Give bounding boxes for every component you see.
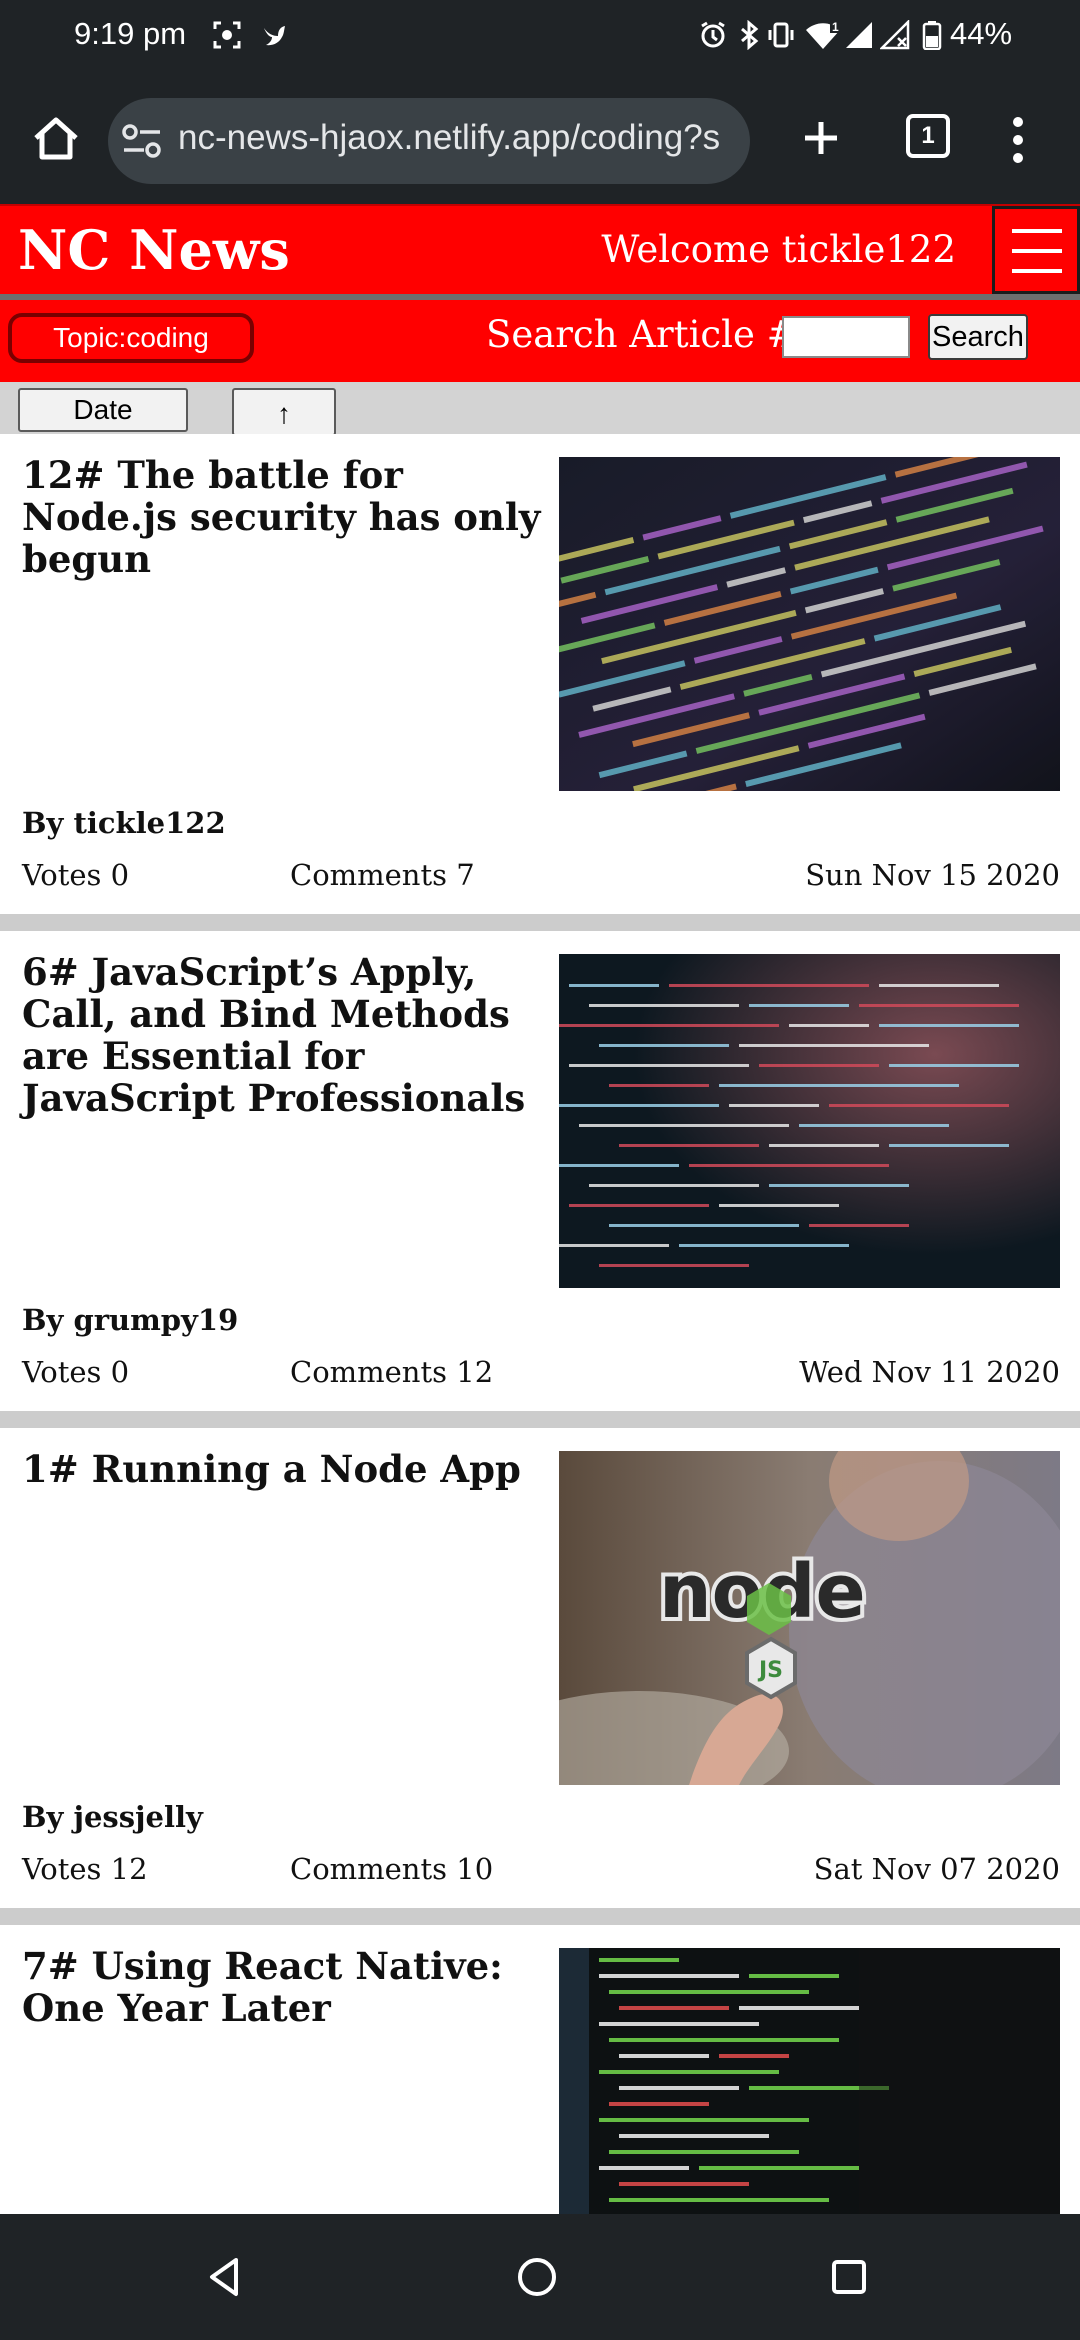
new-tab-icon[interactable]	[796, 108, 846, 168]
article-date: Wed Nov 11 2020	[799, 1355, 1060, 1389]
node-logo-sub: JS	[757, 1658, 783, 1683]
signal-x-icon	[880, 20, 910, 50]
article-comments: Comments 12	[290, 1355, 494, 1389]
search-label: Search Article #:	[486, 313, 811, 356]
alarm-icon	[701, 21, 725, 48]
article-image[interactable]	[559, 954, 1060, 1288]
battery-percent: 44%	[950, 16, 1013, 51]
topic-search-bar: Topic:coding Search Article #: Search	[0, 300, 1080, 382]
hamburger-menu-button[interactable]	[992, 206, 1080, 294]
status-bar: 9:19 pm 1 44%	[0, 0, 1080, 76]
vibrate-icon	[768, 22, 794, 48]
app-header: NC News Welcome tickle122	[0, 204, 1080, 294]
article-date: Sun Nov 15 2020	[805, 858, 1060, 892]
system-navigation-bar	[0, 2214, 1080, 2340]
article-card[interactable]: 6# JavaScript’s Apply, Call, and Bind Me…	[0, 931, 1080, 1411]
article-list: 12# The battle for Node.js security has …	[0, 434, 1080, 2214]
article-card[interactable]: 7# Using React Native: One Year Later	[0, 1925, 1080, 2214]
browser-toolbar: nc-news-hjaox.netlify.app/coding?s 1	[0, 76, 1080, 204]
recents-icon[interactable]	[824, 2252, 874, 2302]
home-icon[interactable]	[26, 110, 86, 170]
search-button[interactable]: Search	[928, 314, 1028, 360]
article-separator	[0, 1908, 1080, 1925]
tab-switcher-button[interactable]: 1	[906, 114, 950, 158]
article-card[interactable]: 1# Running a Node App node JS	[0, 1428, 1080, 1908]
article-image[interactable]: node JS	[559, 1451, 1060, 1785]
article-image[interactable]	[559, 1948, 1060, 2214]
welcome-message: Welcome tickle122	[601, 228, 956, 271]
home-nav-icon[interactable]	[512, 2252, 562, 2302]
address-bar[interactable]: nc-news-hjaox.netlify.app/coding?s	[108, 98, 750, 184]
article-date: Sat Nov 07 2020	[813, 1852, 1060, 1886]
more-menu-icon[interactable]	[1000, 112, 1036, 168]
site-settings-icon[interactable]	[122, 122, 162, 160]
article-card[interactable]: 12# The battle for Node.js security has …	[0, 434, 1080, 914]
article-comments: Comments 7	[290, 858, 475, 892]
article-title[interactable]: 12# The battle for Node.js security has …	[22, 454, 542, 580]
article-author: By jessjelly	[22, 1800, 203, 1834]
article-title[interactable]: 6# JavaScript’s Apply, Call, and Bind Me…	[22, 951, 542, 1119]
article-separator	[0, 1411, 1080, 1428]
article-title[interactable]: 1# Running a Node App	[22, 1448, 542, 1490]
url-text: nc-news-hjaox.netlify.app/coding?s	[178, 118, 721, 157]
topic-button[interactable]: Topic:coding	[8, 313, 254, 363]
battery-icon	[922, 21, 942, 50]
article-votes: Votes 12	[22, 1852, 148, 1886]
article-image[interactable]	[559, 457, 1060, 791]
sort-field-button[interactable]: Date	[18, 388, 188, 432]
article-comments: Comments 10	[290, 1852, 494, 1886]
article-votes: Votes 0	[22, 858, 130, 892]
article-author: By grumpy19	[22, 1303, 239, 1337]
bird-icon	[264, 26, 285, 46]
app-title[interactable]: NC News	[18, 218, 290, 282]
article-separator	[0, 914, 1080, 931]
article-author: By tickle122	[22, 806, 226, 840]
article-votes: Votes 0	[22, 1355, 130, 1389]
wifi-icon: 1	[806, 20, 842, 49]
article-title[interactable]: 7# Using React Native: One Year Later	[22, 1945, 542, 2029]
sort-bar: Date ↑	[0, 382, 1080, 436]
back-icon[interactable]	[200, 2252, 250, 2302]
article-search-input[interactable]	[782, 316, 910, 358]
screenshot-icon	[213, 21, 241, 49]
signal-icon	[846, 22, 872, 48]
bluetooth-icon	[741, 20, 759, 50]
status-time: 9:19 pm	[74, 16, 187, 51]
svg-text:1: 1	[832, 20, 839, 34]
sort-order-button[interactable]: ↑	[232, 388, 336, 436]
